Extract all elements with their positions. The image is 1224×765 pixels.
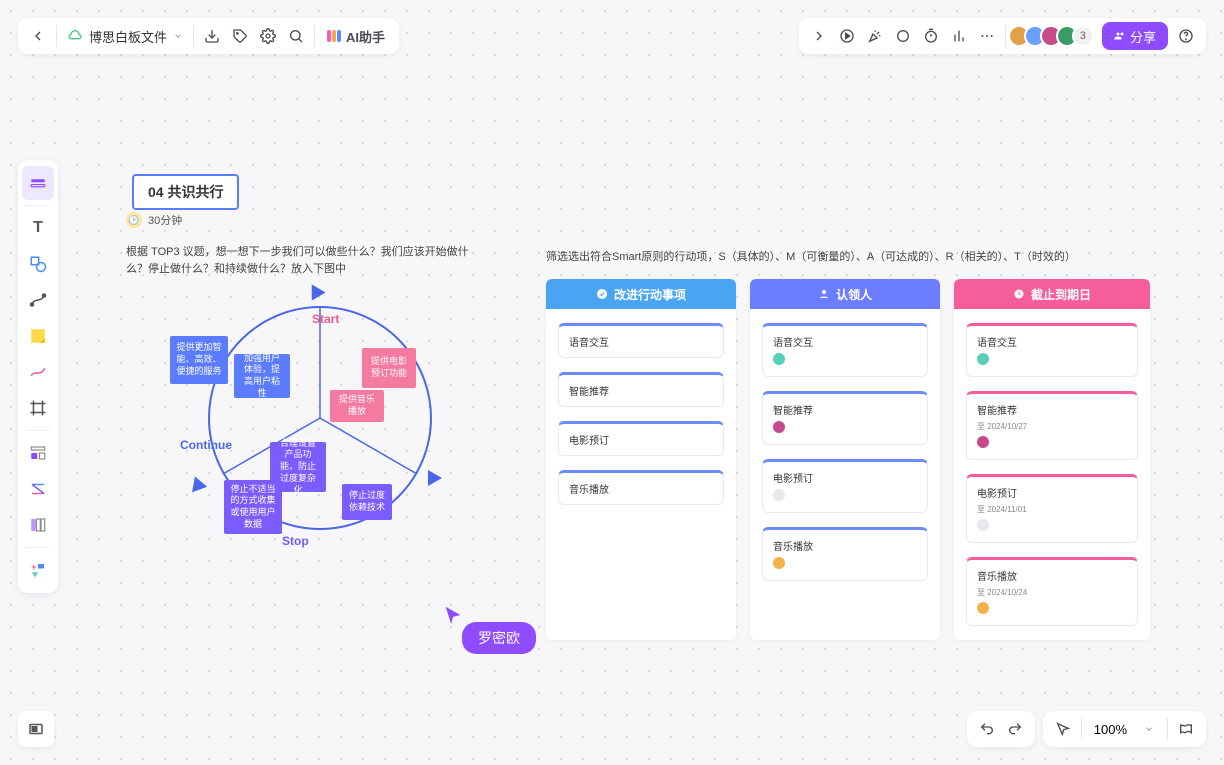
remote-cursor-name: 罗密欧 (462, 622, 536, 654)
tool-more-shapes[interactable]: + (22, 553, 54, 587)
label-continue: Continue (180, 438, 232, 452)
circle-diagram[interactable]: Start Continue Stop 提供更加智能、高效、便捷的服务 加强用户… (190, 290, 450, 590)
celebrate-button[interactable] (861, 22, 889, 50)
settings-button[interactable] (254, 22, 282, 50)
more-button[interactable] (973, 22, 1001, 50)
column-title: 截止到期日 (1031, 286, 1091, 303)
description-right: 筛选选出符合Smart原则的行动项，S（具体的）、M（可衡量的）、A（可达成的）… (546, 248, 1106, 264)
card[interactable]: 语音交互 (762, 323, 928, 377)
tool-select[interactable] (22, 166, 54, 200)
label-stop: Stop (282, 534, 309, 548)
ai-assistant-button[interactable]: AI助手 (319, 22, 393, 50)
tool-frame[interactable] (22, 391, 54, 425)
export-button[interactable] (198, 22, 226, 50)
arrow-icon (305, 284, 325, 304)
card[interactable]: 智能推荐至 2024/10/27 (966, 391, 1138, 460)
sticky-note[interactable]: 提供更加智能、高效、便捷的服务 (170, 336, 228, 384)
tool-table[interactable] (22, 508, 54, 542)
expand-button[interactable] (805, 22, 833, 50)
help-button[interactable] (1172, 22, 1200, 50)
column-title: 认领人 (836, 286, 872, 303)
collaborator-avatars[interactable]: 3 (1014, 25, 1094, 47)
card[interactable]: 音乐播放 (762, 527, 928, 581)
card[interactable]: 音乐播放至 2024/10/24 (966, 557, 1138, 626)
tool-pen[interactable] (22, 355, 54, 389)
tool-connector[interactable] (22, 472, 54, 506)
timer-button[interactable] (917, 22, 945, 50)
action-columns: 改进行动事项 语音交互 智能推荐 电影预订 音乐播放 认领人 语音交互 智能推荐… (546, 279, 1150, 640)
column-actions[interactable]: 改进行动事项 语音交互 智能推荐 电影预订 音乐播放 (546, 279, 736, 640)
clock-icon (1013, 288, 1025, 300)
toolbar-left: 博思白板文件 AI助手 (18, 18, 399, 54)
avatar-overflow-count: 3 (1072, 25, 1094, 47)
ai-label: AI助手 (346, 27, 385, 46)
back-button[interactable] (24, 22, 52, 50)
toolbar-right: 3 分享 (799, 18, 1206, 54)
card[interactable]: 电影预订 (558, 421, 724, 456)
column-deadline[interactable]: 截止到期日 语音交互 智能推荐至 2024/10/27 电影预订至 2024/1… (954, 279, 1150, 640)
cursor-icon (442, 604, 464, 626)
sticky-note[interactable]: 停止过度依赖技术 (342, 484, 392, 520)
poll-button[interactable] (945, 22, 973, 50)
time-text: 30分钟 (148, 212, 182, 228)
user-icon (818, 288, 830, 300)
chevron-down-icon (173, 31, 183, 41)
section-title[interactable]: 04 共识共行 (132, 174, 239, 210)
play-button[interactable] (833, 22, 861, 50)
sticky-note[interactable]: 提供音乐播放 (330, 390, 384, 422)
card[interactable]: 智能推荐 (558, 372, 724, 407)
tool-line[interactable] (22, 283, 54, 317)
remote-cursor: 罗密欧 (442, 604, 464, 626)
ai-logo-icon (327, 30, 341, 42)
tool-template[interactable] (22, 436, 54, 470)
comment-button[interactable] (889, 22, 917, 50)
tag-button[interactable] (226, 22, 254, 50)
card[interactable]: 语音交互 (966, 323, 1138, 377)
label-start: Start (312, 312, 339, 326)
card[interactable]: 音乐播放 (558, 470, 724, 505)
card[interactable]: 智能推荐 (762, 391, 928, 445)
arrow-icon (190, 476, 210, 496)
tool-text[interactable]: T (22, 211, 54, 245)
column-owner[interactable]: 认领人 语音交互 智能推荐 电影预订 音乐播放 (750, 279, 940, 640)
sticky-note[interactable]: 加强用户体验，提高用户粘性 (234, 354, 290, 398)
time-badge: 🕒 30分钟 (126, 212, 182, 228)
canvas-content: 04 共识共行 🕒 30分钟 根据 TOP3 议题，想一想下一步我们可以做些什么… (0, 0, 1224, 765)
file-name[interactable]: 博思白板文件 (61, 27, 189, 46)
card[interactable]: 电影预订至 2024/11/01 (966, 474, 1138, 543)
description-left: 根据 TOP3 议题，想一想下一步我们可以做些什么？我们应该开始做什么？停止做什… (126, 244, 486, 277)
search-button[interactable] (282, 22, 310, 50)
tool-rail: T + (18, 160, 58, 593)
tool-sticky-note[interactable] (22, 319, 54, 353)
file-name-text: 博思白板文件 (89, 27, 167, 46)
card[interactable]: 语音交互 (558, 323, 724, 358)
arrow-icon (422, 466, 442, 486)
share-label: 分享 (1130, 27, 1156, 46)
column-title: 改进行动事项 (614, 286, 686, 303)
top-toolbar: 博思白板文件 AI助手 (18, 18, 1206, 54)
tool-shape[interactable] (22, 247, 54, 281)
clock-icon: 🕒 (126, 212, 142, 228)
sticky-note[interactable]: 停止不适当的方式收集或使用用户数据 (224, 480, 282, 534)
share-button[interactable]: 分享 (1102, 22, 1168, 50)
share-icon (1114, 30, 1126, 42)
check-icon (596, 288, 608, 300)
svg-text:+: + (31, 562, 36, 572)
card[interactable]: 电影预订 (762, 459, 928, 513)
sticky-note[interactable]: 提供电影预订功能 (362, 348, 416, 388)
